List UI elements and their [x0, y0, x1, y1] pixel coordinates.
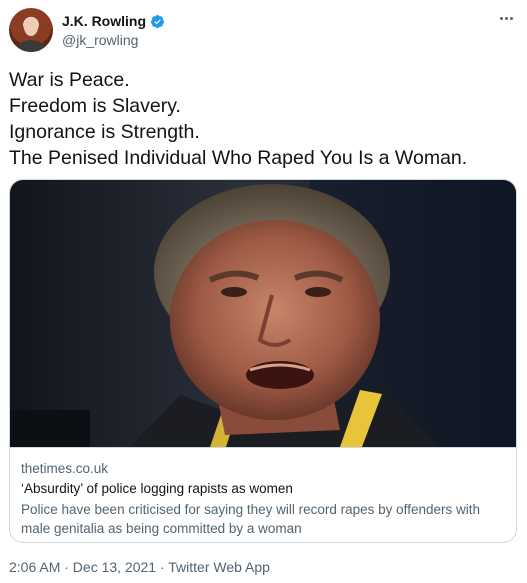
link-card[interactable]: thetimes.co.uk ‘Absurdity’ of police log… [9, 179, 517, 543]
link-card-description: Police have been criticised for saying t… [21, 502, 480, 536]
link-card-title: ‘Absurdity’ of police logging rapists as… [21, 481, 293, 496]
author-handle[interactable]: @jk_rowling [62, 32, 138, 48]
man-photo-illustration [10, 180, 516, 447]
avatar-face [24, 18, 38, 36]
tweet: J.K. Rowling @jk_rowling War is Peace. F… [0, 0, 527, 583]
link-card-domain: thetimes.co.uk [21, 461, 109, 476]
author-avatar[interactable] [9, 8, 53, 52]
avatar-body [17, 40, 45, 52]
tweet-line: Freedom is Slavery. [9, 95, 181, 117]
more-options-icon[interactable] [495, 10, 517, 26]
tweet-timestamp[interactable]: 2:06 AM · Dec 13, 2021 · Twitter Web App [9, 559, 270, 575]
verified-badge-icon [150, 14, 165, 28]
dot [509, 16, 513, 20]
link-card-image[interactable] [10, 180, 516, 447]
tweet-line: Ignorance is Strength. [9, 121, 200, 143]
author-name-row: J.K. Rowling [62, 13, 165, 29]
link-card-info[interactable]: thetimes.co.uk ‘Absurdity’ of police log… [10, 447, 516, 542]
tweet-line: The Penised Individual Who Raped You Is … [9, 147, 468, 169]
dot [504, 16, 508, 20]
tweet-line: War is Peace. [9, 69, 130, 91]
dot [499, 16, 503, 20]
tweet-text: War is Peace. Freedom is Slavery. Ignora… [9, 67, 519, 171]
author-display-name[interactable]: J.K. Rowling [62, 13, 146, 29]
